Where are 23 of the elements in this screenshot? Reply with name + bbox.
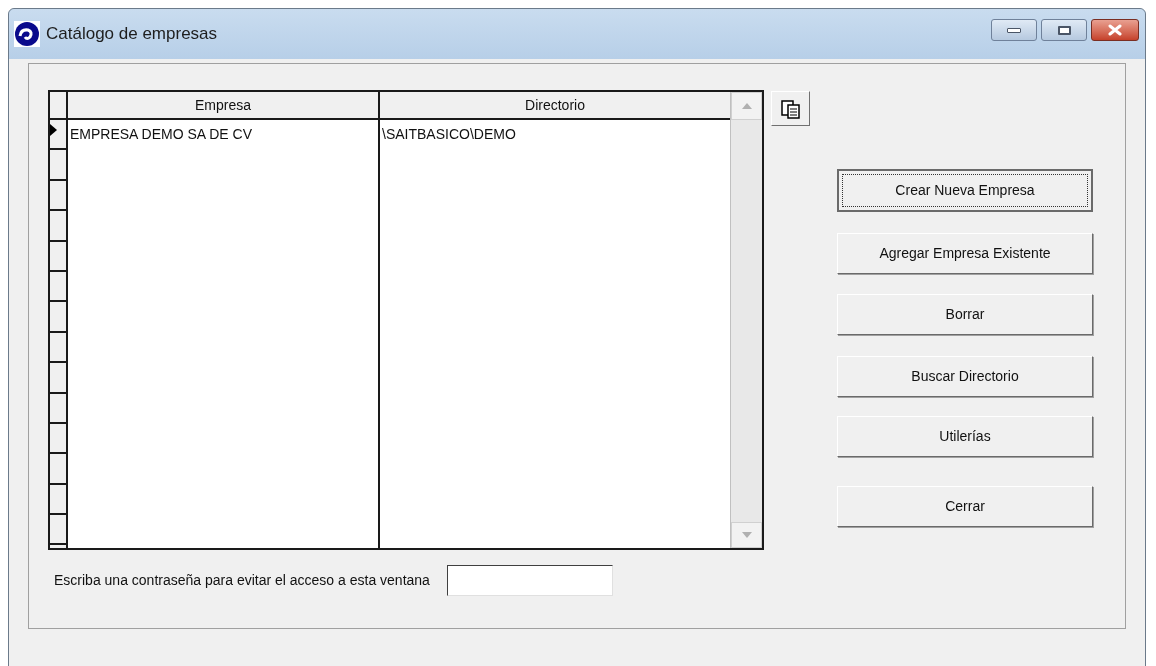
down-arrow-icon	[741, 532, 752, 538]
password-label: Escriba una contraseña para evitar el acceso a esta ventana	[54, 571, 430, 590]
window-title: Catálogo de empresas	[46, 23, 218, 46]
column-header[interactable]: Directorio	[380, 92, 730, 120]
action-button[interactable]: Cerrar	[837, 486, 1093, 527]
action-button[interactable]: Crear Nueva Empresa	[837, 169, 1093, 212]
column-header[interactable]: Empresa	[68, 92, 378, 120]
close-icon	[1107, 24, 1123, 36]
action-button[interactable]: Utilerías	[837, 416, 1093, 457]
up-arrow-icon	[741, 103, 752, 109]
action-button[interactable]: Borrar	[837, 294, 1093, 335]
action-button[interactable]: Agregar Empresa Existente	[837, 233, 1093, 274]
copy-button[interactable]	[771, 91, 810, 126]
clipboard-icon	[780, 98, 801, 119]
action-button[interactable]: Buscar Directorio	[837, 356, 1093, 397]
app-logo-icon	[14, 21, 40, 47]
minimize-button[interactable]	[991, 19, 1037, 41]
maximize-button[interactable]	[1041, 19, 1087, 41]
current-row-icon	[50, 124, 57, 136]
close-button[interactable]	[1091, 19, 1139, 41]
table-cell-text: EMPRESA DEMO SA DE CV	[69, 125, 254, 144]
table-cell-text: \SAITBASICO\DEMO	[381, 125, 517, 144]
password-field[interactable]	[446, 565, 613, 596]
